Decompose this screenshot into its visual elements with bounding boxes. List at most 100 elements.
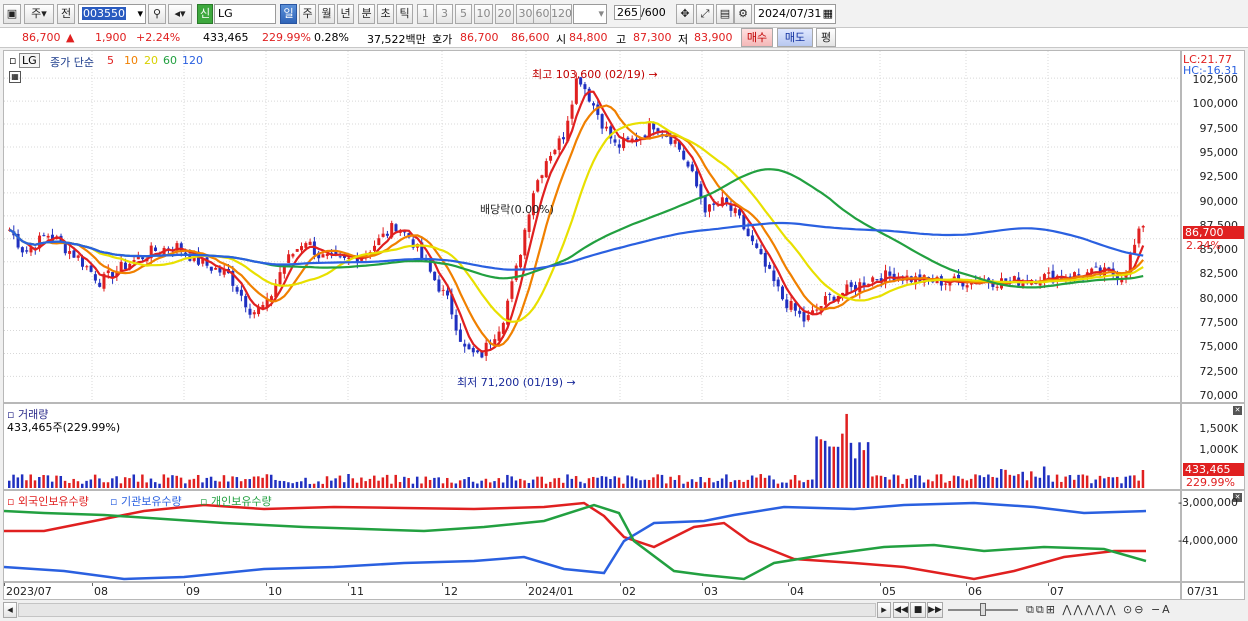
save-icon[interactable]: ▤ (716, 4, 734, 24)
volume-bar (454, 483, 458, 488)
bar-count-display: 265/600 (611, 4, 669, 24)
panel-menu-icon[interactable]: ▫ (9, 54, 16, 67)
evaluate-button[interactable]: 평 (816, 28, 836, 47)
candle-body (1133, 244, 1137, 254)
trade-amount: 37,522백만 (367, 33, 426, 46)
quote-info-bar: 86,700 ▲ 1,900 +2.24% 433,465 229.99% 0.… (0, 28, 1248, 48)
tab-year[interactable]: 년 (337, 4, 354, 24)
period-select[interactable]: 주▾ (24, 4, 54, 24)
date-input[interactable]: 2024/07/31 ▦ (754, 4, 836, 24)
volume-bar (750, 475, 754, 488)
stop-icon[interactable]: ■ (910, 602, 926, 618)
ma-legend-5: 5 (107, 54, 114, 67)
volume-bar (308, 483, 312, 488)
candle-body (287, 254, 291, 263)
volume-bar (347, 474, 350, 488)
scroll-right-icon[interactable]: ▸ (877, 602, 891, 618)
candle-body (823, 296, 827, 305)
candle-body (995, 286, 999, 288)
scroll-left-icon[interactable]: ◂ (3, 602, 17, 618)
volume-bar (738, 479, 741, 488)
volume-bar (287, 482, 290, 488)
window-icon[interactable]: ▣ (3, 4, 21, 24)
volume-bar (458, 480, 462, 488)
volume-bar (1107, 476, 1110, 488)
last-page-icon[interactable]: ▶▶ (927, 602, 943, 618)
count-5[interactable]: 5 (455, 4, 472, 24)
candle-body (154, 247, 158, 251)
count-120[interactable]: 120 (550, 4, 572, 24)
volume-bar (742, 481, 745, 488)
volume-ratio: 229.99% (262, 31, 311, 44)
candle-body (798, 310, 802, 314)
candle-body (20, 247, 24, 253)
close-icon[interactable]: ✕ (1233, 406, 1242, 415)
count-1[interactable]: 1 (417, 4, 434, 24)
tab-minute[interactable]: 분 (358, 4, 375, 24)
volume-chart-svg[interactable] (4, 404, 1180, 489)
volume-bar (630, 476, 634, 488)
sell-button[interactable]: 매도 (777, 28, 813, 47)
candle-body (553, 149, 557, 155)
x-axis-label: 12 (444, 585, 458, 598)
volume-bar (841, 433, 844, 488)
volume-bar (433, 477, 436, 488)
bar-count-input[interactable]: 265 (614, 5, 641, 20)
grid-toggle-icon[interactable]: ▦ (9, 71, 21, 83)
volume-bar (269, 474, 273, 488)
volume-bar (214, 480, 217, 488)
volume-bar (957, 476, 960, 488)
candle-body (295, 249, 299, 252)
volume-bar (46, 475, 50, 488)
gear-icon[interactable]: ⚙ (734, 4, 752, 24)
crosshair-icon[interactable]: ✥ (676, 4, 694, 24)
first-page-icon[interactable]: ◀◀ (893, 602, 909, 618)
count-3[interactable]: 3 (436, 4, 453, 24)
stock-code-input[interactable]: 003550 ▾ (78, 4, 146, 24)
prev-button[interactable]: 전 (57, 4, 75, 24)
individual-holdings-line (4, 503, 1147, 581)
volume-bar (424, 476, 428, 488)
tab-tick[interactable]: 틱 (396, 4, 413, 24)
volume-bar (673, 479, 677, 488)
chart-tool-icons[interactable]: ⧉⧉⊞ ⋀⋀⋀⋀⋀ ⊙⊖ −A (1026, 603, 1172, 617)
volume-bar (583, 483, 586, 488)
volume-bar (901, 483, 904, 488)
candle-body (89, 265, 93, 272)
tab-second[interactable]: 초 (377, 4, 394, 24)
tab-month[interactable]: 월 (318, 4, 335, 24)
volume-bar (222, 475, 226, 488)
volume-bar (755, 477, 758, 488)
volume-bar (669, 476, 672, 488)
candle-body (458, 329, 462, 342)
candle-body (377, 238, 381, 246)
candle-body (690, 164, 694, 172)
calendar-icon[interactable]: ▦ (823, 5, 833, 23)
count-20[interactable]: 20 (495, 4, 514, 24)
buy-button[interactable]: 매수 (741, 28, 773, 47)
draw-tool-icon[interactable]: ⤢ (696, 4, 714, 24)
zoom-slider-handle[interactable] (980, 603, 986, 616)
candle-body (695, 171, 699, 187)
search-icon[interactable]: ⚲ (148, 4, 166, 24)
count-10[interactable]: 10 (474, 4, 493, 24)
volume-bar (776, 483, 780, 488)
ask-label: 호가 (432, 33, 453, 46)
custom-count-select[interactable]: ▾ (573, 4, 607, 24)
volume-bar (1081, 474, 1085, 488)
tab-week[interactable]: 주 (299, 4, 316, 24)
volume-bar (604, 476, 608, 488)
candle-body (239, 289, 243, 296)
candle-body (433, 271, 437, 281)
candle-body (944, 283, 948, 285)
price-chart-svg[interactable]: 최고 103,600 (02/19) → 최저 71,200 (01/19) → 배… (4, 51, 1180, 402)
volume-bar (1115, 476, 1119, 488)
tab-day[interactable]: 일 (280, 4, 297, 24)
horizontal-scrollbar[interactable] (18, 603, 876, 617)
stock-name-field[interactable]: LG (214, 4, 276, 24)
candle-body (278, 272, 282, 285)
sound-icon[interactable]: ◂▾ (168, 4, 192, 24)
annotation-high: 최고 103,600 (02/19) → (532, 68, 658, 81)
legend-institution-text: 기관보유수량 (120, 495, 182, 508)
candle-body (214, 267, 218, 270)
